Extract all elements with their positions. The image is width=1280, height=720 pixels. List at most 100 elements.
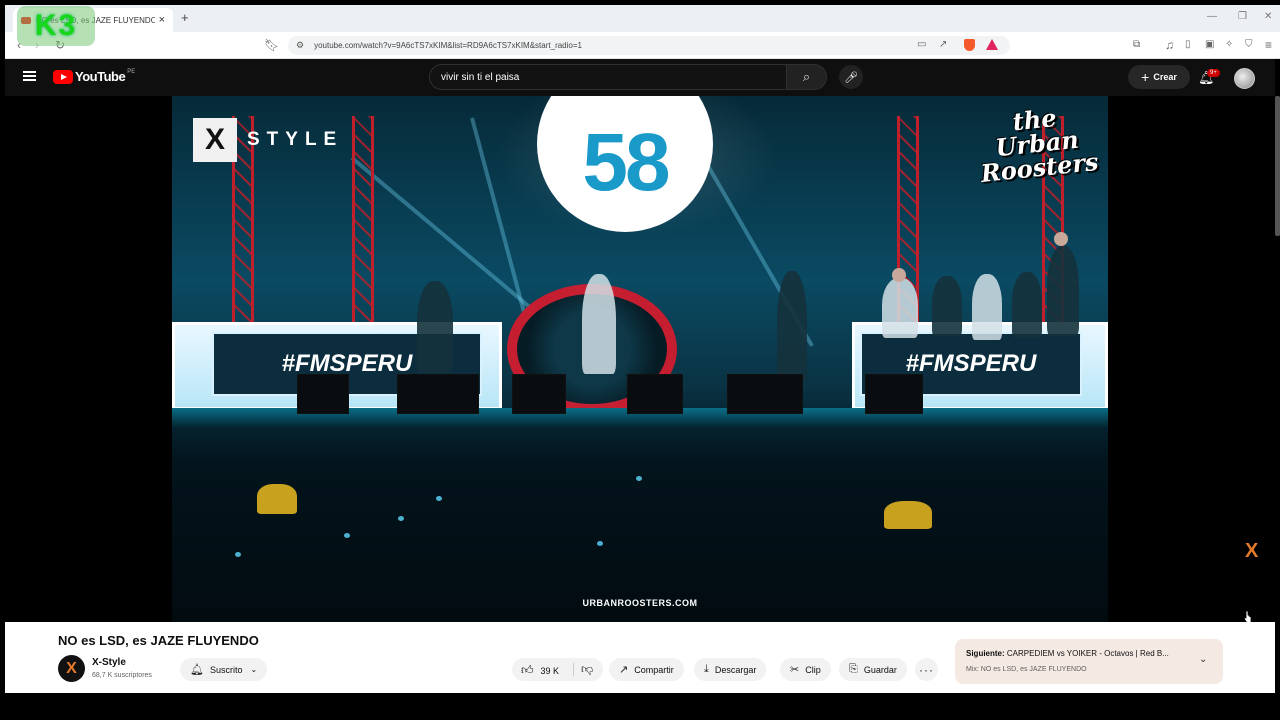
crowd-light <box>398 516 404 521</box>
download-label: Descargar <box>714 664 757 675</box>
bookmark-icon[interactable]: 🔖︎ <box>264 38 279 52</box>
minimize-icon[interactable]: — <box>1207 11 1217 22</box>
download-icon: ⤓ <box>704 663 709 675</box>
browser-menu-icon[interactable]: ≡ <box>1265 38 1272 52</box>
plus-icon: + <box>1141 69 1150 85</box>
channel-avatar[interactable]: X <box>58 655 85 682</box>
video-player[interactable]: 58 X STYLE the Urban Roosters #FMSPERU #… <box>172 96 1108 622</box>
account-avatar[interactable] <box>1234 68 1255 89</box>
clip-label: Clip <box>805 664 821 675</box>
thumbs-up-icon: 👍︎ <box>521 663 534 677</box>
youtube-play-icon <box>53 69 73 84</box>
youtube-logo[interactable]: YouTube PE <box>53 69 135 84</box>
more-actions-button[interactable]: ··· <box>915 658 938 681</box>
k3-overlay-logo: K3 <box>17 6 95 46</box>
dislike-button[interactable]: 👎︎ <box>581 662 593 677</box>
sidebar-icon[interactable]: ▯ <box>1185 38 1191 52</box>
performer <box>582 274 616 374</box>
video-info-panel: NO es LSD, es JAZE FLUYENDO X X-Style 68… <box>5 622 1275 693</box>
voice-search-button[interactable]: 🎤︎ <box>839 65 863 89</box>
performer <box>417 281 453 373</box>
up-next-card[interactable]: Siguiente: CARPEDIEM vs YOIKER - Octavos… <box>955 639 1223 684</box>
url-text: youtube.com/watch?v=9A6cTS7xKIM&list=RD9… <box>314 41 582 50</box>
close-window-icon[interactable]: ✕ <box>1264 11 1272 22</box>
subscribed-label: Suscrito <box>209 664 243 675</box>
create-label: Crear <box>1153 72 1177 82</box>
chevron-down-icon: ⌄ <box>250 665 258 674</box>
spectator <box>972 274 1002 340</box>
media-icon[interactable]: ♫ <box>1165 38 1174 52</box>
score-number: 58 <box>582 117 670 208</box>
urban-roosters-logo: the Urban Roosters <box>969 101 1106 188</box>
page-scrollbar[interactable] <box>1275 96 1280 236</box>
stage-speaker <box>397 374 479 414</box>
spectator <box>882 278 918 338</box>
brave-shield-icon[interactable] <box>964 39 975 51</box>
close-tab-icon[interactable]: × <box>159 14 165 26</box>
like-dislike-group: 👍︎ 39 K 👎︎ <box>512 658 603 681</box>
xstyle-logo-text: STYLE <box>247 129 344 150</box>
extension-icon[interactable]: ⧉ <box>1133 38 1140 52</box>
cast-icon[interactable]: ▭ <box>917 38 926 52</box>
thumbs-down-icon: 👎︎ <box>581 662 594 676</box>
notification-badge: 9+ <box>1207 69 1220 77</box>
xstyle-logo-box: X <box>193 118 237 162</box>
stage-speaker <box>512 374 566 414</box>
wallet-icon[interactable]: ▣ <box>1205 38 1214 52</box>
clip-button[interactable]: ✂ Clip <box>780 658 831 681</box>
crowd-member <box>884 501 932 529</box>
site-settings-icon[interactable]: ⚙ <box>296 40 304 51</box>
up-next-prefix: Siguiente: <box>966 649 1005 658</box>
video-watermark: URBANROOSTERS.COM <box>582 598 698 608</box>
share-page-icon[interactable]: ↗ <box>939 38 947 52</box>
address-bar[interactable]: ⚙ youtube.com/watch?v=9A6cTS7xKIM&list=R… <box>288 36 1010 55</box>
crowd-light <box>235 552 241 557</box>
vpn-icon[interactable]: ⛉ <box>1245 38 1253 52</box>
create-button[interactable]: + Crear <box>1128 65 1190 89</box>
hamburger-menu-icon[interactable] <box>23 71 36 81</box>
share-button[interactable]: ↗ Compartir <box>609 658 684 681</box>
more-horizontal-icon: ··· <box>919 662 934 677</box>
like-button[interactable]: 👍︎ 39 K <box>521 663 559 678</box>
side-x-mark: X <box>1245 540 1259 562</box>
microphone-icon: 🎤︎ <box>844 71 858 84</box>
spectator-head <box>892 268 906 282</box>
scissors-icon: ✂ <box>790 664 800 676</box>
crowd-light <box>597 541 603 546</box>
screen: NO es LSD, es JAZE FLUYENDO × + — ❐ ✕ ‹ … <box>0 0 1280 720</box>
spectator <box>1012 272 1042 338</box>
like-divider <box>573 663 574 676</box>
rewards-icon[interactable] <box>986 39 998 50</box>
spectator <box>932 276 962 336</box>
crowd-light <box>344 533 350 538</box>
bell-icon: 🔔︎ <box>190 664 204 676</box>
video-title: NO es LSD, es JAZE FLUYENDO <box>58 633 259 648</box>
youtube-wordmark: YouTube <box>75 69 126 84</box>
up-next-title: CARPEDIEM vs YOIKER - Octavos | Red B... <box>1006 649 1169 658</box>
download-button[interactable]: ⤓ Descargar <box>694 658 767 681</box>
youtube-header: YouTube PE vivir sin ti el paisa ⌕ 🎤︎ + … <box>5 59 1275 96</box>
leo-ai-icon[interactable]: ✧ <box>1225 38 1233 52</box>
stage-speaker <box>727 374 803 414</box>
search-button[interactable]: ⌕ <box>787 64 827 90</box>
crowd-member <box>257 484 297 514</box>
bookmark-save-icon: ⎘ <box>849 663 858 675</box>
subscriber-count: 68,7 K suscriptores <box>92 672 152 679</box>
search-input[interactable]: vivir sin ti el paisa <box>429 64 787 90</box>
stage-speaker <box>627 374 683 414</box>
like-count: 39 K <box>540 665 560 676</box>
score-display: 58 <box>537 96 713 232</box>
subscribed-button[interactable]: 🔔︎ Suscrito ⌄ <box>180 658 268 681</box>
new-tab-icon[interactable]: + <box>181 10 189 25</box>
channel-name[interactable]: X-Style <box>92 657 126 668</box>
stage-speaker <box>865 374 923 414</box>
expand-chevron-icon[interactable]: ⌄ <box>1199 654 1207 665</box>
spectator-head <box>1054 232 1068 246</box>
up-next-line: Siguiente: CARPEDIEM vs YOIKER - Octavos… <box>966 649 1191 658</box>
restore-icon[interactable]: ❐ <box>1238 11 1247 22</box>
spectator <box>1047 246 1079 336</box>
browser-tab-bar: NO es LSD, es JAZE FLUYENDO × + — ❐ ✕ <box>5 5 1280 32</box>
save-button[interactable]: ⎘ Guardar <box>839 658 907 681</box>
search-icon: ⌕ <box>802 69 811 84</box>
share-icon: ↗ <box>619 664 629 676</box>
